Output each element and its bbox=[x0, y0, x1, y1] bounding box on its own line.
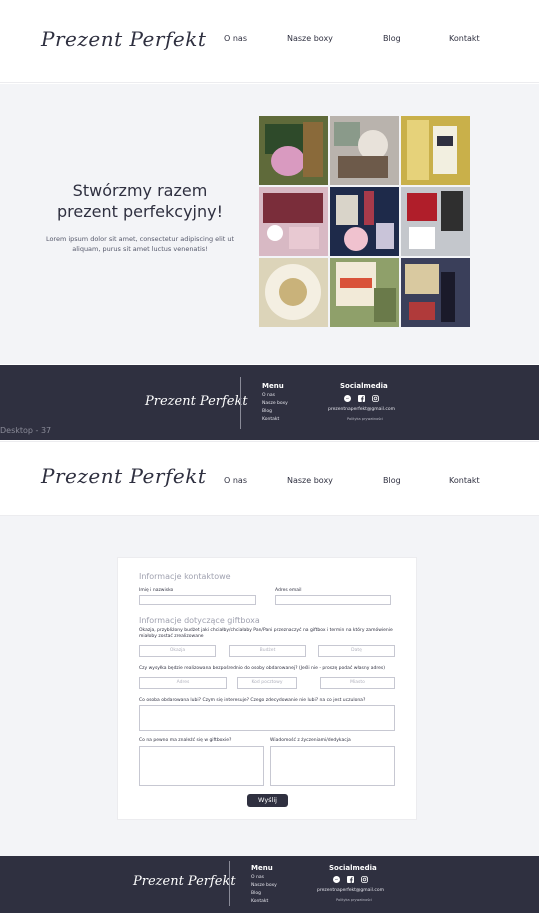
footer: Prezent Perfekt Menu O nas Nasze boxy Bl… bbox=[0, 365, 539, 440]
contact-section-title: Informacje kontaktowe bbox=[139, 572, 231, 581]
facebook-icon[interactable] bbox=[347, 876, 354, 883]
nav-link-blog[interactable]: Blog bbox=[383, 34, 401, 43]
footer-email[interactable]: prezentnaperfekt@gmail.com bbox=[328, 407, 395, 412]
artboard-label: Desktop - 37 bbox=[0, 426, 52, 435]
likes-label: Co osoba obdarowana lubi? Czym się inter… bbox=[139, 698, 366, 703]
hero-title-line-2: prezent perfekcyjny! bbox=[56, 202, 224, 221]
messenger-icon[interactable] bbox=[344, 395, 351, 402]
address-input[interactable]: Adres bbox=[139, 677, 227, 689]
site-header-2: Prezent Perfekt O nas Nasze boxy Blog Ko… bbox=[0, 441, 539, 516]
footer-link-blog[interactable]: Blog bbox=[262, 409, 272, 414]
footer-logo[interactable]: Prezent Perfekt bbox=[133, 874, 236, 889]
footer-link-contact[interactable]: Kontakt bbox=[251, 899, 268, 904]
hero-title: Stwórzmy razem prezent perfekcyjny! bbox=[40, 180, 240, 222]
footer-logo[interactable]: Prezent Perfekt bbox=[145, 394, 248, 409]
nav-link-boxes[interactable]: Nasze boxy bbox=[287, 476, 333, 485]
postal-code-input[interactable]: Kod pocztowy bbox=[237, 677, 297, 689]
messenger-icon[interactable] bbox=[333, 876, 340, 883]
gift-photo bbox=[401, 258, 470, 327]
gift-photo bbox=[259, 187, 328, 256]
nav-link-blog[interactable]: Blog bbox=[383, 476, 401, 485]
footer-social-heading: Socialmedia bbox=[329, 864, 377, 872]
gift-photo bbox=[401, 116, 470, 185]
date-input[interactable]: Datę bbox=[318, 645, 395, 657]
footer-email[interactable]: prezentnaperfekt@gmail.com bbox=[317, 888, 384, 893]
footer-link-about[interactable]: O nas bbox=[251, 875, 264, 880]
hero-title-line-1: Stwórzmy razem bbox=[72, 181, 208, 200]
occasion-label: Okazja, przybliżony budżet jaki chciałby… bbox=[139, 628, 393, 639]
footer-link-contact[interactable]: Kontakt bbox=[262, 417, 279, 422]
email-input[interactable] bbox=[275, 595, 391, 605]
delivery-label: Czy wysyłka będzie realizowana bezpośred… bbox=[139, 666, 386, 671]
nav-link-about[interactable]: O nas bbox=[224, 476, 247, 485]
city-input[interactable]: Miasto bbox=[320, 677, 395, 689]
instagram-icon[interactable] bbox=[372, 395, 379, 402]
footer-link-about[interactable]: O nas bbox=[262, 393, 275, 398]
site-header: Prezent Perfekt O nas Nasze boxy Blog Ko… bbox=[0, 0, 539, 83]
email-label: Adres email bbox=[275, 588, 302, 593]
facebook-icon[interactable] bbox=[358, 395, 365, 402]
footer-2: Prezent Perfekt Menu O nas Nasze boxy Bl… bbox=[0, 856, 539, 913]
gift-photo bbox=[259, 116, 328, 185]
footer-divider bbox=[229, 861, 230, 906]
footer-policy-link[interactable]: Polityka prywatności bbox=[347, 417, 383, 421]
instagram-icon[interactable] bbox=[361, 876, 368, 883]
occasion-input[interactable]: Okazja bbox=[139, 645, 216, 657]
gift-photo bbox=[330, 187, 399, 256]
footer-divider bbox=[240, 377, 241, 429]
name-label: Imię i nazwisko bbox=[139, 588, 174, 593]
name-input[interactable] bbox=[139, 595, 256, 605]
nav-link-about[interactable]: O nas bbox=[224, 34, 247, 43]
nav-link-contact[interactable]: Kontakt bbox=[449, 34, 480, 43]
gift-photo bbox=[259, 258, 328, 327]
gift-photo-grid bbox=[259, 116, 470, 327]
message-textarea[interactable] bbox=[270, 746, 395, 786]
footer-link-boxes[interactable]: Nasze boxy bbox=[262, 401, 288, 406]
footer-link-boxes[interactable]: Nasze boxy bbox=[251, 883, 277, 888]
footer-social-heading: Socialmedia bbox=[340, 382, 388, 390]
message-label: Wiadomość z życzeniami/dedykacja bbox=[270, 738, 351, 743]
submit-button[interactable]: Wyślij bbox=[247, 794, 288, 807]
gift-section-title: Informacje dotyczące giftboxa bbox=[139, 616, 260, 625]
gift-photo bbox=[330, 116, 399, 185]
logo[interactable]: Prezent Perfekt bbox=[41, 27, 206, 51]
nav-link-contact[interactable]: Kontakt bbox=[449, 476, 480, 485]
gift-photo bbox=[330, 258, 399, 327]
gift-photo bbox=[401, 187, 470, 256]
likes-textarea[interactable] bbox=[139, 705, 395, 731]
must-have-label: Co na pewno ma znaleźć się w giftboxie? bbox=[139, 738, 232, 743]
footer-link-blog[interactable]: Blog bbox=[251, 891, 261, 896]
footer-policy-link[interactable]: Polityka prywatności bbox=[336, 898, 372, 902]
must-have-textarea[interactable] bbox=[139, 746, 264, 786]
footer-menu-heading: Menu bbox=[251, 864, 273, 872]
nav-link-boxes[interactable]: Nasze boxy bbox=[287, 34, 333, 43]
footer-menu-heading: Menu bbox=[262, 382, 284, 390]
budget-input[interactable]: Budżet bbox=[229, 645, 306, 657]
hero-text: Lorem ipsum dolor sit amet, consectetur … bbox=[45, 235, 235, 253]
logo[interactable]: Prezent Perfekt bbox=[41, 464, 206, 488]
